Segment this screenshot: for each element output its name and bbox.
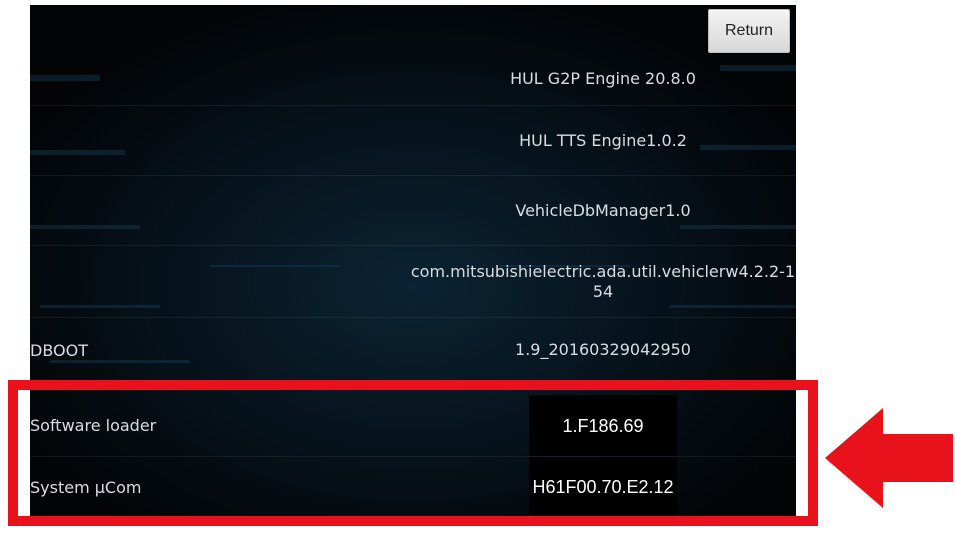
row-tts-engine: HUL TTS Engine1.0.2	[30, 106, 796, 176]
row-dboot: DBOOT 1.9_20160329042950	[30, 318, 796, 383]
row-value: HUL G2P Engine 20.8.0	[510, 69, 696, 88]
highlight-box	[8, 380, 818, 526]
row-value: 1.9_20160329042950	[515, 340, 691, 359]
row-g2p-engine: HUL G2P Engine 20.8.0	[30, 53, 796, 106]
return-button[interactable]: Return	[708, 9, 790, 53]
row-vehicle-db-manager: VehicleDbManager1.0	[30, 176, 796, 246]
row-value: VehicleDbManager1.0	[515, 200, 691, 220]
row-value: com.mitsubishielectric.ada.util.vehicler…	[410, 261, 796, 301]
arrow-left-icon	[825, 408, 953, 508]
row-vehiclerw: com.mitsubishielectric.ada.util.vehicler…	[30, 246, 796, 318]
row-label: DBOOT	[30, 340, 88, 360]
row-value: HUL TTS Engine1.0.2	[519, 130, 687, 150]
